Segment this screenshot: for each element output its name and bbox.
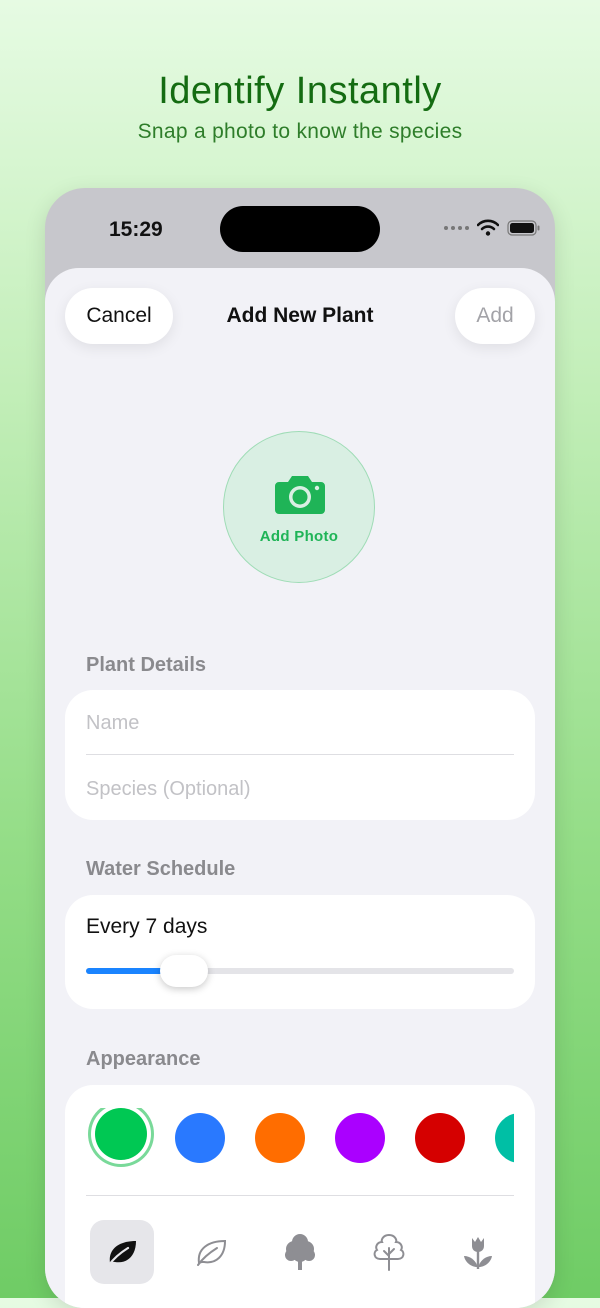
add-button[interactable]: Add — [455, 288, 535, 344]
appearance-divider — [86, 1195, 514, 1196]
tulip-icon — [459, 1234, 497, 1270]
color-swatch[interactable] — [175, 1113, 225, 1163]
phone-screen: 15:29 Cancel Add New Plant Add Add Photo… — [45, 188, 555, 1308]
status-icons — [444, 219, 541, 236]
color-swatch[interactable] — [495, 1113, 514, 1163]
promo-subline: Snap a photo to know the species — [137, 120, 463, 143]
water-schedule-header: Water Schedule — [86, 858, 236, 880]
plant-details-card: Name Species (Optional) — [65, 690, 535, 820]
tulip-option[interactable] — [446, 1220, 510, 1284]
appearance-header: Appearance — [86, 1048, 201, 1070]
plant-icon-row — [86, 1220, 514, 1284]
tree-outline-option[interactable] — [357, 1220, 421, 1284]
add-photo-label: Add Photo — [259, 528, 339, 545]
tree-filled-icon — [280, 1232, 320, 1272]
leaf-outline-option[interactable] — [179, 1220, 243, 1284]
add-photo-button[interactable]: Add Photo — [223, 431, 375, 583]
promo-headline: Identify Instantly — [158, 70, 442, 112]
cellular-signal-icon — [444, 225, 469, 230]
dynamic-island — [220, 206, 380, 252]
leaf-filled-icon — [105, 1237, 139, 1267]
battery-icon — [507, 219, 540, 236]
camera-icon — [275, 476, 325, 514]
water-slider-thumb[interactable] — [160, 955, 209, 987]
wifi-icon — [477, 219, 499, 236]
water-slider[interactable] — [86, 955, 514, 987]
name-input[interactable]: Name — [86, 712, 139, 735]
field-divider — [86, 754, 514, 755]
add-plant-sheet: Cancel Add New Plant Add Add Photo Plant… — [45, 268, 555, 1308]
color-swatch[interactable] — [95, 1108, 147, 1160]
species-input[interactable]: Species (Optional) — [86, 778, 251, 801]
color-swatch[interactable] — [335, 1113, 385, 1163]
color-swatch[interactable] — [415, 1113, 465, 1163]
color-swatch[interactable] — [255, 1113, 305, 1163]
status-time: 15:29 — [109, 218, 163, 241]
leaf-filled-option[interactable] — [90, 1220, 154, 1284]
water-schedule-card: Every 7 days — [65, 895, 535, 1009]
color-swatch-row — [86, 1108, 514, 1168]
tree-filled-option[interactable] — [268, 1220, 332, 1284]
appearance-card — [65, 1085, 535, 1308]
tree-outline-icon — [369, 1232, 409, 1272]
leaf-outline-icon — [194, 1237, 228, 1267]
plant-details-header: Plant Details — [86, 654, 207, 676]
water-interval-label: Every 7 days — [86, 915, 208, 938]
